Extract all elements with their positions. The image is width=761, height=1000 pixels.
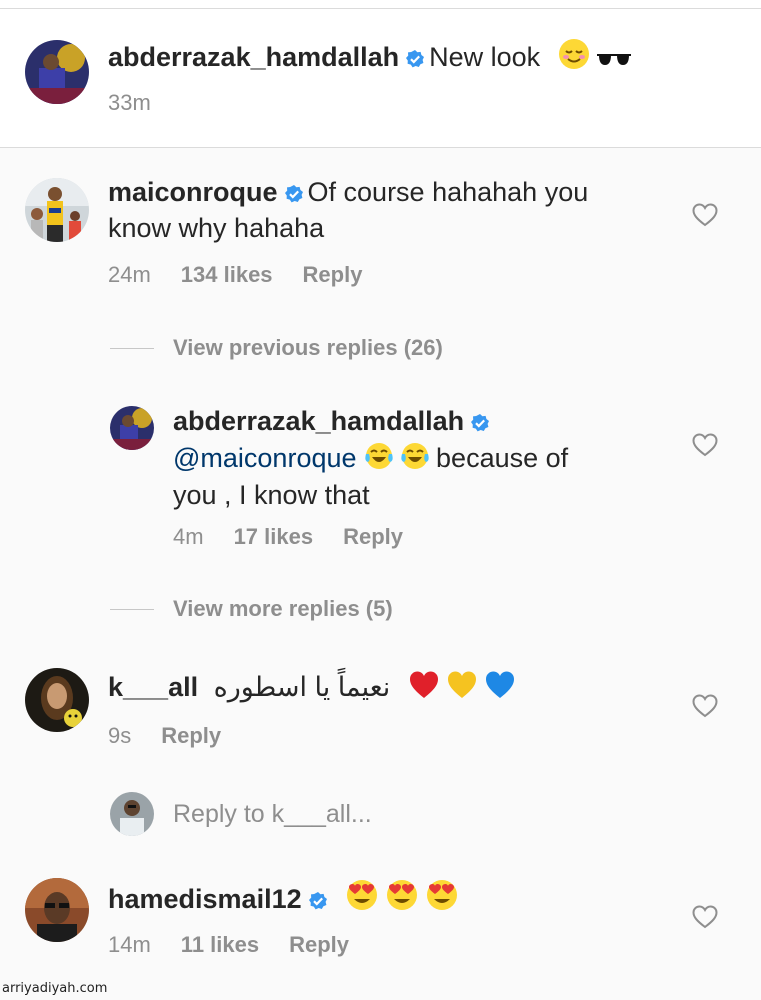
- reply-button[interactable]: Reply: [343, 524, 403, 549]
- comment-username[interactable]: k___all: [108, 672, 198, 702]
- verified-badge-icon: [405, 44, 425, 77]
- heart-icon[interactable]: [692, 433, 718, 462]
- reply-body-line: you , I know that: [173, 480, 370, 510]
- avatar[interactable]: [25, 668, 89, 732]
- verified-badge-icon: [308, 886, 328, 919]
- reply-button[interactable]: Reply: [161, 723, 221, 748]
- top-divider: [0, 8, 761, 9]
- view-previous-replies[interactable]: View previous replies (26): [173, 335, 443, 361]
- comment-meta: 9s Reply: [108, 723, 251, 749]
- avatar[interactable]: [25, 878, 89, 942]
- heart-eyes-icon: [385, 878, 419, 920]
- heart-eyes-icon: [345, 878, 379, 920]
- caption-text: abderrazak_hamdallah New look: [108, 38, 638, 78]
- thread-line: [110, 348, 154, 349]
- reply-input[interactable]: Reply to k___all...: [173, 800, 372, 829]
- reply-meta: 4m 17 likes Reply: [173, 524, 433, 550]
- verified-badge-icon: [470, 408, 490, 441]
- view-more-replies[interactable]: View more replies (5): [173, 596, 393, 622]
- sunglasses-icon: [596, 45, 632, 78]
- heart-icon[interactable]: [692, 905, 718, 934]
- reply-button[interactable]: Reply: [303, 262, 363, 287]
- avatar[interactable]: [25, 40, 89, 104]
- avatar[interactable]: [110, 406, 154, 450]
- yellow-heart-icon: [446, 670, 478, 708]
- reply-body-line: because of: [436, 443, 569, 473]
- verified-badge-icon: [284, 179, 304, 212]
- tears-of-joy-icon: [400, 441, 430, 479]
- blue-heart-icon: [484, 670, 516, 708]
- comment-body-line: Of course hahahah you: [307, 177, 589, 207]
- comment-time: 24m: [108, 262, 151, 287]
- likes-count[interactable]: 17 likes: [234, 524, 314, 549]
- caption-username[interactable]: abderrazak_hamdallah: [108, 42, 399, 72]
- heart-icon[interactable]: [692, 203, 718, 232]
- red-heart-icon: [408, 670, 440, 708]
- comment-time: 9s: [108, 723, 132, 748]
- avatar: [110, 792, 154, 836]
- caption-body: New look: [429, 42, 541, 72]
- watermark: arriyadiyah.com: [2, 981, 108, 996]
- comment-text: k___all نعيماً يا اسطوره: [108, 670, 522, 708]
- comment-body-line: know why hahaha: [108, 213, 325, 243]
- reply-time: 4m: [173, 524, 204, 549]
- reply-text: abderrazak_hamdallah @maiconroque becaus…: [173, 405, 568, 512]
- thread-line: [110, 609, 154, 610]
- comment-body: نعيماً يا اسطوره: [213, 672, 391, 702]
- likes-count[interactable]: 11 likes: [181, 932, 259, 957]
- comment-username[interactable]: hamedismail12: [108, 884, 302, 914]
- likes-count[interactable]: 134 likes: [181, 262, 273, 287]
- comment-meta: 24m 134 likes Reply: [108, 262, 392, 288]
- reply-button[interactable]: Reply: [289, 932, 349, 957]
- reply-username[interactable]: abderrazak_hamdallah: [173, 406, 464, 436]
- mention-link[interactable]: @maiconroque: [173, 443, 357, 473]
- caption-time: 33m: [108, 90, 151, 115]
- comment-username[interactable]: maiconroque: [108, 177, 278, 207]
- relieved-face-icon: [558, 38, 590, 78]
- comment-time: 14m: [108, 932, 151, 957]
- comment-text: maiconroque Of course hahahah you know wh…: [108, 176, 588, 245]
- comment-meta: 14m 11 likes Reply: [108, 932, 379, 958]
- comment-text: hamedismail12: [108, 878, 465, 920]
- heart-icon[interactable]: [692, 694, 718, 723]
- tears-of-joy-icon: [364, 441, 394, 479]
- heart-eyes-icon: [425, 878, 459, 920]
- avatar[interactable]: [25, 178, 89, 242]
